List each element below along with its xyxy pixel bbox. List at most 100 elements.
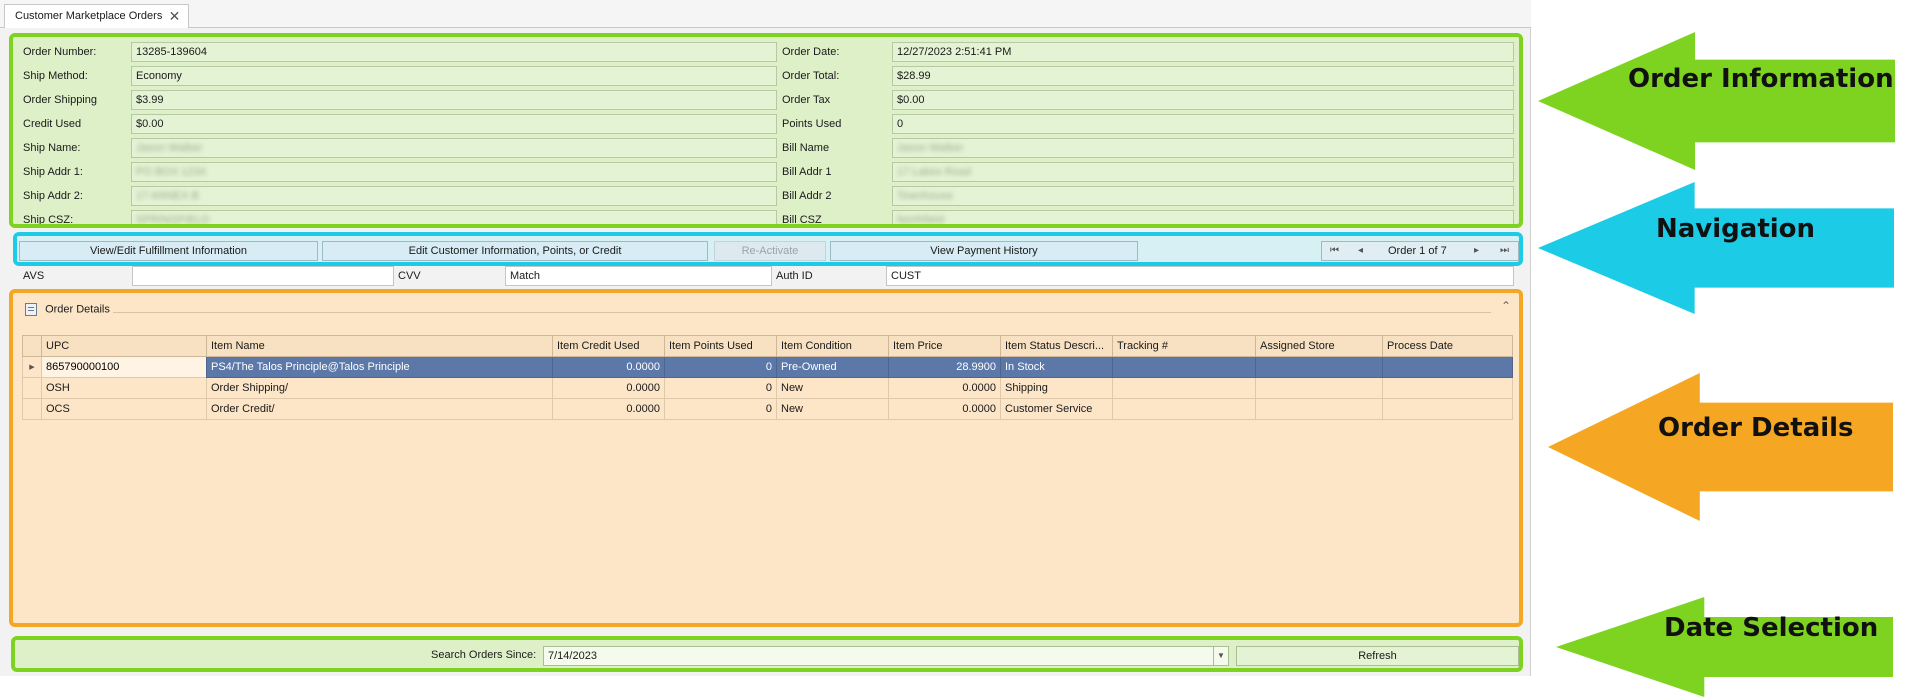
cell-points[interactable]: 0 [664,356,777,378]
cell-tracking[interactable] [1112,356,1256,378]
column-header[interactable]: Item Condition [776,335,889,357]
cell-status[interactable]: In Stock [1000,356,1113,378]
table-row[interactable]: OSH Order Shipping/0.0000 0 New 0.0000 Shippi… [22,377,1513,399]
table-row[interactable]: ▶ 865790000100 PS4/The Talos Principle@Tal… [22,356,1513,378]
column-header[interactable]: Assigned Store [1255,335,1383,357]
order-info-right-label: Bill Name [782,142,830,154]
last-page-icon[interactable]: ⏭ [1500,242,1509,260]
view-payment-history-button[interactable]: View Payment History [830,241,1138,261]
order-info-right-field[interactable]: $28.99 [892,66,1514,86]
avs-field[interactable] [132,266,394,286]
cell-date[interactable] [1382,377,1513,399]
order-info-right-field[interactable]: Townhouse [892,186,1514,206]
cell-upc[interactable]: 865790000100 [41,356,207,378]
column-header[interactable]: Item Credit Used [552,335,665,357]
table-header-row: UPC Item Name Item Credit Used Item Points … [22,335,1513,357]
cell-date[interactable] [1382,398,1513,420]
order-info-left-field[interactable]: $0.00 [131,114,777,134]
column-header[interactable]: UPC [41,335,207,357]
header-divider [113,312,1491,313]
cell-tracking[interactable] [1112,398,1256,420]
cell-store[interactable] [1255,398,1383,420]
order-info-right-field[interactable]: 0 [892,114,1514,134]
cell-condition[interactable]: New [776,398,889,420]
close-icon[interactable]: ✕ [169,5,181,27]
order-info-left-label: Ship Addr 2: [23,190,83,202]
order-info-right-field[interactable]: Northfield [892,210,1514,224]
order-info-right-label: Bill Addr 1 [782,166,832,178]
cell-price[interactable]: 0.0000 [888,377,1001,399]
order-details-panel: Order Details ⌃ UPC Item Name Item Credit … [9,289,1523,627]
order-info-left-field[interactable]: $3.99 [131,90,777,110]
order-info-right-field[interactable]: Jason Walker [892,138,1514,158]
order-pager: ⏮ ◂ Order 1 of 7 ▸ ⏭ [1321,241,1519,261]
order-info-right-field[interactable]: 12/27/2023 2:51:41 PM [892,42,1514,62]
search-orders-since-date-input[interactable]: 7/14/2023 [543,646,1229,666]
left-arrow-icon [1538,182,1894,314]
cell-tracking[interactable] [1112,377,1256,399]
cell-points[interactable]: 0 [664,398,777,420]
annotation-label: Navigation [1656,214,1816,244]
order-info-left-label: Ship Method: [23,70,88,82]
marketplace-orders-window: Customer Marketplace Orders ✕ Order Numb… [0,0,1531,676]
cell-credit[interactable]: 0.0000 [552,377,665,399]
cvv-field[interactable]: Match [505,266,772,286]
column-header[interactable]: Item Price [888,335,1001,357]
order-items-table: UPC Item Name Item Credit Used Item Points … [22,335,1513,420]
left-arrow-icon [1556,597,1893,697]
first-page-icon[interactable]: ⏮ [1330,242,1339,260]
left-arrow-icon [1538,32,1895,170]
order-info-right-label: Order Total: [782,70,840,82]
refresh-button[interactable]: Refresh [1236,646,1519,666]
previous-page-icon[interactable]: ◂ [1358,242,1363,260]
column-header[interactable]: Item Status Descri... [1000,335,1113,357]
order-info-right-field[interactable]: 17 Lakes Road [892,162,1514,182]
cell-price[interactable]: 28.9900 [888,356,1001,378]
cell-name[interactable]: Order Shipping/ [206,377,553,399]
collapse-chevron-icon[interactable]: ⌃ [1501,299,1511,313]
tab-customer-marketplace-orders[interactable]: Customer Marketplace Orders ✕ [4,4,190,28]
cell-store[interactable] [1255,356,1383,378]
cell-upc[interactable]: OCS [41,398,207,420]
cell-name[interactable]: PS4/The Talos Principle@Talos Principle [206,356,553,378]
annotation-label: Date Selection [1664,613,1879,643]
column-header[interactable]: Item Points Used [664,335,777,357]
view-edit-fulfillment-button[interactable]: View/Edit Fulfillment Information [19,241,318,261]
order-info-left-field[interactable]: Economy [131,66,777,86]
cell-points[interactable]: 0 [664,377,777,399]
edit-customer-info-button[interactable]: Edit Customer Information, Points, or Cr… [322,241,708,261]
date-selection-bar: Search Orders Since: 7/14/2023 ▼ Refresh [11,636,1523,672]
order-info-left-field[interactable]: Jason Walker [131,138,777,158]
annotation-arrow: Order Details [1548,373,1893,521]
order-info-left-label: Ship Name: [23,142,81,154]
table-row[interactable]: OCS Order Credit/0.0000 0 New 0.0000 Customer… [22,398,1513,420]
row-indicator-icon [22,398,42,420]
column-header[interactable]: Process Date [1382,335,1513,357]
column-header[interactable]: Tracking # [1112,335,1256,357]
cell-credit[interactable]: 0.0000 [552,398,665,420]
cell-condition[interactable]: New [776,377,889,399]
order-info-left-field[interactable]: 17 ANNEX B [131,186,777,206]
annotation-arrow: Order Information [1538,32,1895,170]
order-info-right-label: Order Tax [782,94,831,106]
column-header[interactable]: Item Name [206,335,553,357]
next-page-icon[interactable]: ▸ [1474,242,1479,260]
cell-price[interactable]: 0.0000 [888,398,1001,420]
cell-store[interactable] [1255,377,1383,399]
auth-id-field[interactable]: CUST [886,266,1514,286]
cell-status[interactable]: Customer Service [1000,398,1113,420]
order-info-right-field[interactable]: $0.00 [892,90,1514,110]
auth-id-label: Auth ID [776,270,813,282]
cell-status[interactable]: Shipping [1000,377,1113,399]
cell-upc[interactable]: OSH [41,377,207,399]
order-details-title: Order Details [45,303,110,316]
cell-credit[interactable]: 0.0000 [552,356,665,378]
reactivate-button[interactable]: Re-Activate [714,241,826,261]
chevron-down-icon[interactable]: ▼ [1213,647,1228,665]
order-info-left-field[interactable]: SPRINGFIELD [131,210,777,224]
cell-name[interactable]: Order Credit/ [206,398,553,420]
cell-condition[interactable]: Pre-Owned [776,356,889,378]
order-info-left-field[interactable]: PO BOX 1234 [131,162,777,182]
order-info-left-field[interactable]: 13285-139604 [131,42,777,62]
cell-date[interactable] [1382,356,1513,378]
